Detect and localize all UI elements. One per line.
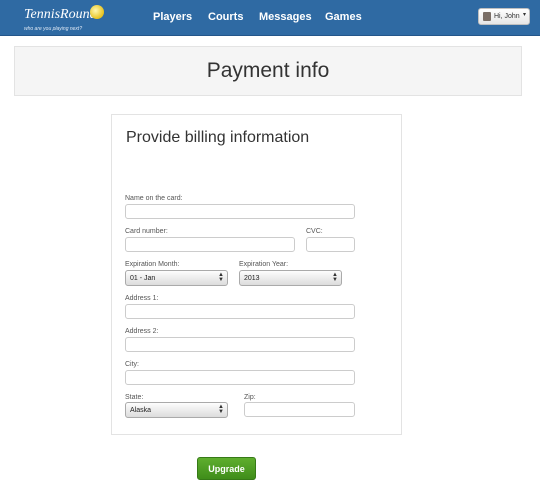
cvc-input[interactable] — [306, 237, 355, 252]
tennis-ball-icon — [90, 5, 104, 19]
logo[interactable]: TennisRound who are you playing next? — [24, 5, 104, 32]
expiration-month-value: 01 - Jan — [130, 275, 156, 282]
logo-text: TennisRound — [24, 7, 97, 22]
avatar — [483, 12, 491, 21]
select-arrows-icon: ▲ ▼ — [218, 404, 224, 415]
expiration-year-select[interactable]: 2013 ▲ ▼ — [239, 270, 342, 286]
page-title: Payment info — [206, 59, 330, 82]
form-heading: Provide billing information — [126, 129, 310, 146]
chevron-down-icon: ▾ — [523, 12, 527, 18]
expiration-month-select[interactable]: 01 - Jan ▲ ▼ — [125, 270, 228, 286]
user-label: Hi, John — [494, 13, 520, 20]
zip-label: Zip: — [244, 394, 256, 401]
name-on-card-input[interactable] — [125, 204, 355, 219]
top-nav: TennisRound who are you playing next? Pl… — [0, 0, 540, 36]
card-number-label: Card number: — [125, 228, 168, 235]
page-header: Payment info — [14, 46, 522, 96]
state-label: State: — [125, 394, 144, 401]
nav-games[interactable]: Games — [325, 10, 362, 24]
expiration-year-label: Expiration Year: — [239, 261, 289, 268]
expiration-month-label: Expiration Month: — [125, 261, 180, 268]
nav-courts[interactable]: Courts — [208, 10, 243, 24]
address1-label: Address 1: — [125, 295, 159, 302]
address2-input[interactable] — [125, 337, 355, 352]
nav-players[interactable]: Players — [153, 10, 192, 24]
user-menu-button[interactable]: Hi, John ▾ — [478, 8, 530, 25]
nav-messages[interactable]: Messages — [259, 10, 312, 24]
zip-input[interactable] — [244, 402, 355, 417]
billing-form: Provide billing information Name on the … — [111, 114, 402, 435]
state-select[interactable]: Alaska ▲ ▼ — [125, 402, 228, 418]
select-arrows-icon: ▲ ▼ — [218, 272, 224, 283]
city-label: City: — [125, 361, 139, 368]
logo-tagline: who are you playing next? — [24, 26, 83, 32]
city-input[interactable] — [125, 370, 355, 385]
address2-label: Address 2: — [125, 328, 159, 335]
card-number-input[interactable] — [125, 237, 295, 252]
cvc-label: CVC: — [306, 228, 323, 235]
address1-input[interactable] — [125, 304, 355, 319]
select-arrows-icon: ▲ ▼ — [332, 272, 338, 283]
name-label: Name on the card: — [125, 195, 183, 202]
upgrade-button[interactable]: Upgrade — [197, 457, 256, 480]
expiration-year-value: 2013 — [244, 275, 260, 282]
state-value: Alaska — [130, 407, 152, 414]
